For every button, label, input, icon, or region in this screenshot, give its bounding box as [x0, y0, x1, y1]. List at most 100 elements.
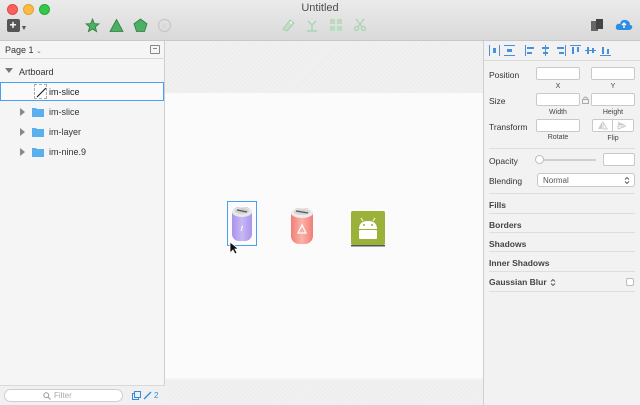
chevron-down-icon: ▼: [20, 24, 28, 32]
height-field[interactable]: [591, 93, 635, 106]
align-top-icon[interactable]: [569, 44, 582, 57]
layer-row-slice-selected[interactable]: im-slice: [0, 82, 164, 101]
rotate-field[interactable]: [536, 119, 580, 132]
gaussian-blur-checkbox[interactable]: [626, 278, 634, 286]
triangle-tool-button[interactable]: [108, 17, 124, 33]
filter-bar: Filter 2: [0, 385, 165, 405]
star-tool-button[interactable]: [84, 17, 100, 33]
fills-section-header[interactable]: Fills: [489, 200, 635, 210]
divider: [489, 213, 635, 214]
tag-icon: [282, 19, 295, 32]
mouse-cursor-icon: [229, 241, 239, 255]
inner-shadows-section-header[interactable]: Inner Shadows: [489, 258, 635, 268]
folder-icon: [32, 108, 44, 117]
canvas-bottom-texture: [165, 380, 483, 405]
plugin-tool-4[interactable]: [351, 17, 369, 33]
mirror-button[interactable]: [589, 17, 605, 33]
flip-vertical-button[interactable]: [613, 119, 634, 132]
y-caption: Y: [610, 83, 616, 90]
align-center-icon[interactable]: [539, 44, 552, 57]
opacity-field[interactable]: [603, 153, 635, 166]
align-bottom-icon[interactable]: [599, 44, 612, 57]
artboard-label: Artboard: [19, 67, 54, 77]
divider: [489, 251, 635, 252]
layer-row-folder[interactable]: im-slice: [0, 104, 165, 120]
chevron-down-icon: ⌄: [36, 48, 42, 55]
borders-section-header[interactable]: Borders: [489, 220, 635, 230]
position-label: Position: [489, 70, 520, 80]
position-x-field[interactable]: [536, 67, 580, 80]
x-caption: X: [555, 83, 561, 90]
align-left-icon[interactable]: [524, 44, 537, 57]
opacity-slider-track[interactable]: [540, 159, 596, 161]
circle-icon: [157, 18, 171, 32]
divider: [489, 271, 635, 272]
page-selector[interactable]: Page 1 ⌄: [5, 45, 42, 55]
plugin-tool-3[interactable]: [327, 17, 345, 33]
layer-label: im-layer: [49, 127, 82, 137]
canvas[interactable]: ℓ: [165, 41, 483, 405]
position-y-field[interactable]: [591, 67, 635, 80]
android-icon[interactable]: [350, 209, 386, 247]
transform-label: Transform: [489, 122, 528, 132]
window-title: Untitled: [301, 2, 339, 14]
disclosure-closed-icon[interactable]: [20, 128, 25, 136]
layer-row-folder[interactable]: im-nine.9: [0, 144, 165, 160]
disclosure-closed-icon[interactable]: [20, 148, 25, 156]
flip-horizontal-button[interactable]: [592, 119, 613, 132]
filter-field[interactable]: Filter: [4, 389, 123, 402]
slice-dashed-box: [34, 84, 47, 99]
width-field[interactable]: [536, 93, 580, 106]
dash-icon: [153, 48, 157, 49]
plugin-tool-1[interactable]: [279, 17, 297, 33]
triangle-icon: [108, 18, 124, 32]
collapse-pages-button[interactable]: [150, 45, 160, 54]
disclosure-open-icon[interactable]: [5, 68, 13, 73]
distribute-horizontal-icon[interactable]: [488, 44, 501, 57]
plugin-tool-2[interactable]: [303, 17, 321, 33]
updown-chevron-icon[interactable]: [550, 278, 556, 287]
slice-knife-icon: [36, 87, 47, 98]
size-label: Size: [489, 96, 506, 106]
divider: [489, 148, 635, 149]
page-selector-label: Page 1: [5, 45, 34, 55]
filter-placeholder: Filter: [54, 391, 72, 400]
disclosure-closed-icon[interactable]: [20, 108, 25, 116]
grid-icon: [330, 19, 342, 31]
lotion-bottle-icon: ℓ: [232, 207, 252, 241]
cloud-upload-button[interactable]: [614, 17, 634, 33]
lock-icon[interactable]: [582, 96, 589, 104]
mirror-icon: [591, 19, 603, 31]
layer-label: im-slice: [49, 87, 80, 97]
divider: [489, 232, 635, 233]
svg-text:ℓ: ℓ: [240, 225, 244, 233]
plus-icon: +: [6, 18, 20, 32]
inspector-panel: Position X Y Size Width Height Transform…: [483, 41, 640, 405]
width-caption: Width: [549, 109, 567, 116]
copy-icon[interactable]: [132, 391, 141, 400]
shadows-section-header[interactable]: Shadows: [489, 239, 635, 249]
opacity-slider-thumb[interactable]: [535, 155, 544, 164]
red-canister-icon[interactable]: [287, 203, 317, 247]
opacity-label: Opacity: [489, 156, 518, 166]
distribute-vertical-icon[interactable]: [503, 44, 516, 57]
gaussian-blur-section[interactable]: Gaussian Blur: [489, 277, 635, 289]
align-right-icon[interactable]: [554, 44, 567, 57]
blending-select[interactable]: Normal: [537, 173, 635, 187]
divider: [489, 193, 635, 194]
purple-canister-icon[interactable]: ℓ: [227, 201, 257, 246]
divider: [489, 291, 635, 292]
align-middle-icon[interactable]: [584, 44, 597, 57]
prototype-tool-button[interactable]: [156, 17, 172, 33]
toolbar: Untitled + ▼: [0, 0, 640, 41]
layer-row-folder[interactable]: im-layer: [0, 124, 165, 140]
slice-filter-icon[interactable]: [143, 391, 152, 400]
insert-button[interactable]: + ▼: [6, 17, 28, 33]
page-header: Page 1 ⌄: [0, 41, 165, 59]
flip-horizontal-icon: [598, 121, 608, 130]
gaussian-blur-header: Gaussian Blur: [489, 277, 547, 287]
rotate-caption: Rotate: [547, 134, 569, 141]
layer-row-artboard[interactable]: Artboard: [0, 65, 165, 81]
polygon-tool-button[interactable]: [132, 17, 148, 33]
layer-label: im-slice: [49, 107, 80, 117]
